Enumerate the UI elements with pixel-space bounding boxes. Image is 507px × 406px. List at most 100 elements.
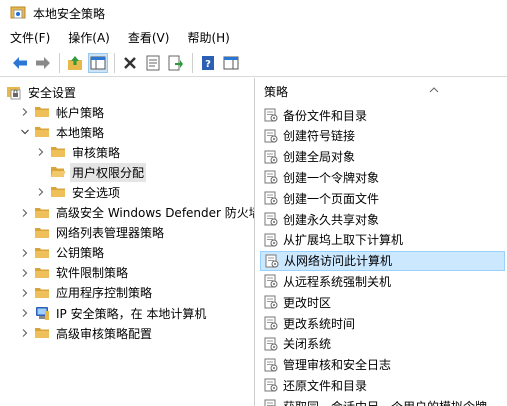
tree-security-settings[interactable]: 安全设置 [4,82,78,102]
policy-list-item[interactable]: 更改时区 [260,292,505,312]
chevron-placeholder [34,165,48,179]
menu-file[interactable]: 文件(F) [0,28,58,48]
folder-icon [34,285,50,301]
folder-icon [50,144,66,160]
policy-setting-icon [264,150,278,164]
tree-item-label: 审核策略 [72,145,121,160]
policy-setting-icon [264,316,278,330]
tree-item-label: 高级审核策略配置 [56,326,153,341]
policy-label: 创建全局对象 [283,150,356,165]
delete-icon[interactable] [120,53,140,73]
policy-list-item[interactable]: 从远程系统强制关机 [260,271,505,291]
tree-item-label: 公钥策略 [56,246,105,261]
policy-label: 创建永久共享对象 [283,212,380,227]
chevron-right-icon[interactable] [34,145,48,159]
policy-setting-icon [264,212,278,226]
policy-list-item[interactable]: 创建一个页面文件 [260,188,505,208]
chevron-right-icon[interactable] [18,306,32,320]
tree-item-label: 安全选项 [72,185,121,200]
tree-ip-security[interactable]: IP 安全策略，在 本地计算机 [18,303,208,323]
policy-list-pane[interactable]: 策略 备份文件和目录 创建符号链接 创建全局对象创建一个令牌对象 创建一个页面文件创建… [257,78,507,406]
show-hide-pane-icon[interactable] [221,53,241,73]
column-header-policy[interactable]: 策略 [257,78,507,104]
toolbar-separator [59,53,60,73]
tree-security-options[interactable]: 安全选项 [34,182,122,202]
tree-pane[interactable]: 安全设置帐户策略本地策略审核策略用户权限分配安全选项高级安全 Windows D… [0,78,255,406]
policy-list-item[interactable]: 创建一个令牌对象 [260,167,505,187]
policy-list-item[interactable]: 关闭系统 [260,334,505,354]
chevron-right-icon[interactable] [18,206,32,220]
forward-icon[interactable] [33,53,53,73]
chevron-right-icon[interactable] [18,246,32,260]
policy-setting-icon [264,108,278,122]
properties-icon[interactable] [143,53,163,73]
tree-user-rights-assignment[interactable]: 用户权限分配 [34,162,147,182]
folder-icon [34,104,50,120]
policy-label: 从扩展坞上取下计算机 [283,233,404,248]
tree-defender-firewall[interactable]: 高级安全 Windows Defender 防火墙 [18,203,254,223]
policy-list-item[interactable]: 获取同一会话中另一个用户的模拟令牌 [260,396,505,406]
chevron-right-icon[interactable] [18,266,32,280]
local-security-policy-icon [10,5,26,21]
help-icon[interactable]: ? [198,53,218,73]
column-header-label: 策略 [264,84,289,99]
policy-list-item[interactable]: 还原文件和目录 [260,375,505,395]
folder-icon [34,124,50,140]
policy-setting-icon [264,129,278,143]
chevron-down-icon[interactable] [18,125,32,139]
policy-setting-icon [264,274,278,288]
policy-list-item[interactable]: 从网络访问此计算机 [260,250,505,271]
policy-list-item[interactable]: 创建全局对象 [260,147,505,167]
toolbar-separator [192,53,193,73]
tree-audit-policy[interactable]: 审核策略 [34,142,122,162]
ip-security-icon [34,305,50,321]
policy-setting-icon [264,378,278,392]
menu-action[interactable]: 操作(A) [58,28,118,48]
folder-open-icon [50,164,66,180]
chevron-placeholder [18,226,32,240]
policy-label: 关闭系统 [283,337,332,352]
tree-account-policies[interactable]: 帐户策略 [18,102,106,122]
policy-label: 获取同一会话中另一个用户的模拟令牌 [283,398,487,406]
menu-help[interactable]: 帮助(H) [177,28,237,48]
show-tree-icon[interactable] [88,53,108,73]
tree-advanced-audit[interactable]: 高级审核策略配置 [18,323,154,343]
folder-icon [34,205,50,221]
policy-setting-icon [264,399,278,406]
tree-local-policies[interactable]: 本地策略 [18,122,106,142]
title-bar: 本地安全策略 [0,0,507,26]
policy-setting-icon [264,295,278,309]
policy-label: 备份文件和目录 [283,108,368,123]
tree-item-label: 软件限制策略 [56,266,129,281]
tree-item-label: 网络列表管理器策略 [56,226,165,241]
menu-view[interactable]: 查看(V) [118,28,178,48]
tree-network-list-manager[interactable]: 网络列表管理器策略 [18,223,166,243]
policy-list-item[interactable]: 创建永久共享对象 [260,209,505,229]
policy-list-item[interactable]: 从扩展坞上取下计算机 [260,230,505,250]
back-icon[interactable] [10,53,30,73]
policy-list-item[interactable]: 备份文件和目录 [260,105,505,125]
policy-label: 更改时区 [283,295,332,310]
policy-label: 创建符号链接 [283,129,356,144]
policy-setting-icon [265,254,279,268]
policy-list-item[interactable]: 管理审核和安全日志 [260,355,505,375]
chevron-right-icon[interactable] [18,286,32,300]
tree-app-control[interactable]: 应用程序控制策略 [18,283,154,303]
chevron-right-icon[interactable] [18,326,32,340]
security-settings-icon [6,84,22,100]
export-list-icon[interactable] [166,53,186,73]
policy-label: 管理审核和安全日志 [283,358,392,373]
chevron-right-icon[interactable] [34,185,48,199]
tree-item-label: 安全设置 [28,85,77,100]
folder-icon [34,245,50,261]
tree-public-key-policies[interactable]: 公钥策略 [18,243,106,263]
sort-ascending-icon [429,82,439,96]
policy-list-item[interactable]: 更改系统时间 [260,313,505,333]
tree-item-label: IP 安全策略，在 本地计算机 [56,306,207,321]
tree-item-label: 本地策略 [56,125,105,140]
up-folder-icon[interactable] [65,53,85,73]
folder-icon [50,184,66,200]
chevron-right-icon[interactable] [18,105,32,119]
tree-software-restriction[interactable]: 软件限制策略 [18,263,130,283]
policy-list-item[interactable]: 创建符号链接 [260,126,505,146]
